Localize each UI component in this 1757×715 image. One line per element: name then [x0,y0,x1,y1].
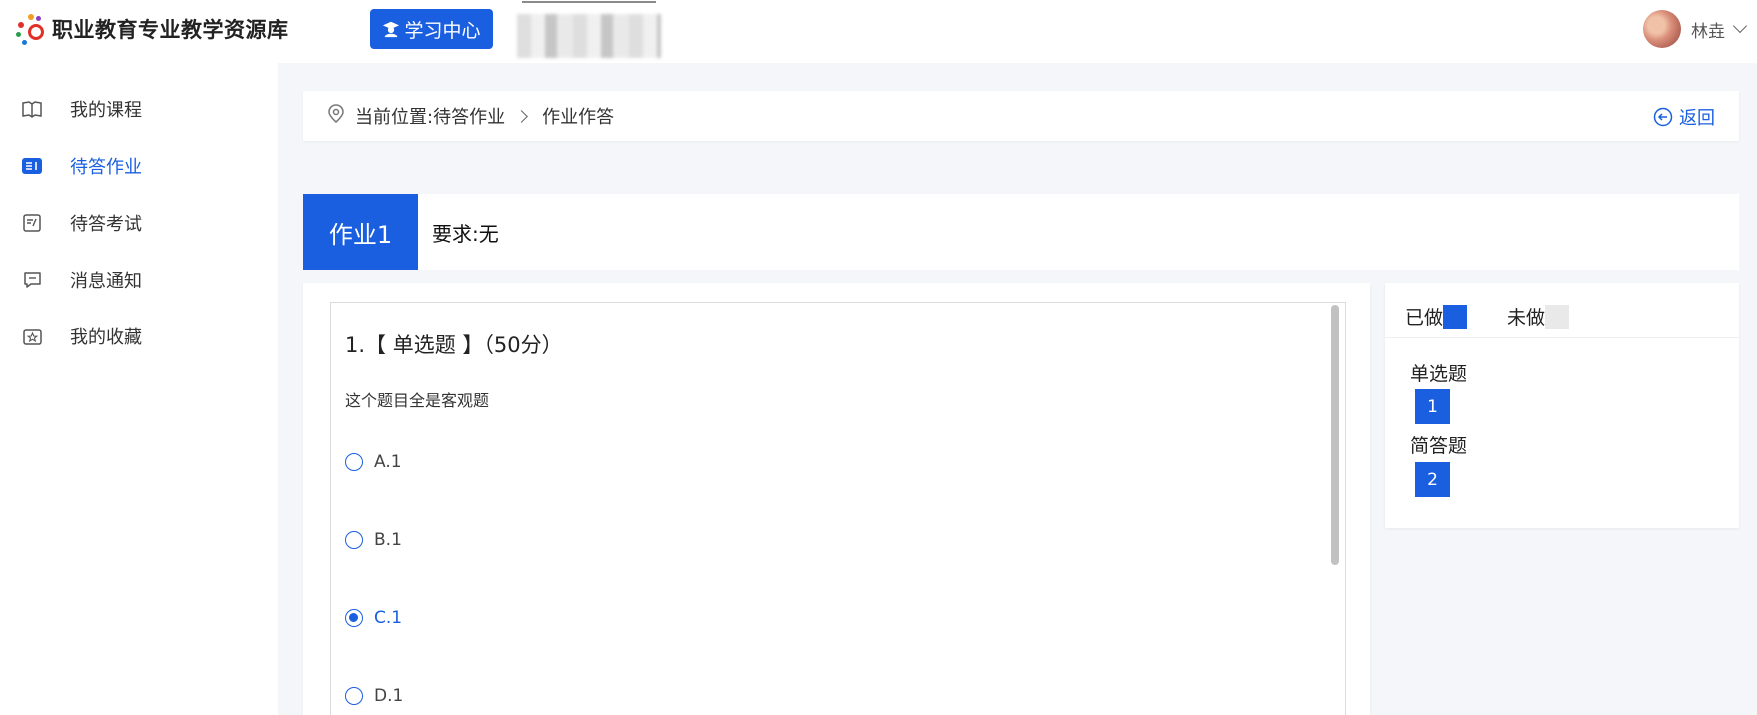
sidebar-item-messages[interactable]: 消息通知 [0,260,278,300]
sidebar-item-pending-homework[interactable]: 待答作业 [0,146,278,186]
question-number-button[interactable]: 1 [1415,389,1450,424]
site-title: 职业教育专业教学资源库 [52,18,289,42]
todo-swatch [1545,304,1570,329]
learning-center-label: 学习中心 [404,19,481,42]
option-b[interactable]: B.1 [345,530,402,550]
sidebar-item-my-courses[interactable]: 我的课程 [0,89,278,129]
location-pin-icon [327,103,345,129]
sidebar-item-favorites[interactable]: 我的收藏 [0,316,278,356]
top-bar: 职业教育专业教学资源库 学习中心 林垚 [0,0,1757,63]
scrollbar-thumb[interactable] [1331,305,1339,565]
divider [1385,337,1739,338]
book-icon [22,99,42,119]
radio-button[interactable] [345,531,363,549]
back-button[interactable]: 返回 [1653,104,1715,130]
favorite-icon [22,326,42,346]
sidebar-item-label: 消息通知 [70,271,142,292]
sidebar-item-label: 我的课程 [70,100,142,121]
chevron-right-icon [515,109,528,123]
answer-legend: 已做 未做 [1405,303,1570,330]
back-label: 返回 [1679,108,1715,129]
question-stem: 这个题目全是客观题 [345,391,490,410]
option-c[interactable]: C.1 [345,608,402,628]
logo-icon [14,12,48,46]
option-label: D.1 [374,686,404,706]
back-arrow-icon [1653,107,1673,127]
option-label: B.1 [374,530,402,550]
breadcrumb-page: 作业作答 [542,107,615,128]
breadcrumb-current-location[interactable]: 当前位置:待答作业 [355,103,505,129]
message-icon [22,270,42,290]
sidebar: 我的课程 待答作业 待答考试 消息通知 我的收藏 [0,63,278,715]
sidebar-item-label: 我的收藏 [70,327,142,348]
radio-button[interactable] [345,453,363,471]
answer-sheet: 已做 未做 单选题 1 简答题 2 [1385,283,1739,528]
homework-icon [22,156,42,176]
radio-button[interactable] [345,687,363,705]
breadcrumb: 当前位置:待答作业 作业作答 返回 [303,91,1739,141]
option-label: C.1 [374,608,403,628]
done-swatch [1443,304,1468,329]
student-icon [383,21,400,38]
homework-requirement: 要求:无 [432,222,499,246]
user-name: 林垚 [1691,21,1725,42]
option-label: A.1 [374,452,402,472]
section-label-short-answer: 简答题 [1410,435,1468,457]
redacted-line [522,1,656,3]
homework-tag: 作业1 [303,194,418,270]
learning-center-button[interactable]: 学习中心 [370,9,493,49]
exam-icon [22,213,42,233]
site-logo[interactable]: 职业教育专业教学资源库 [14,12,289,46]
section-label-single-choice: 单选题 [1410,363,1468,385]
homework-header: 作业1 要求:无 [303,194,1739,270]
question-panel: 1.【 单选题 】（50分） 这个题目全是客观题 A.1 B.1 C.1 D.1 [303,283,1370,715]
avatar[interactable] [1643,10,1681,48]
option-d[interactable]: D.1 [345,686,403,706]
question-scroll-area[interactable]: 1.【 单选题 】（50分） 这个题目全是客观题 A.1 B.1 C.1 D.1 [330,302,1346,715]
question-title: 1.【 单选题 】（50分） [345,333,563,357]
sidebar-item-pending-exam[interactable]: 待答考试 [0,203,278,243]
user-menu[interactable]: 林垚 [1643,10,1748,48]
chevron-down-icon [1732,18,1748,34]
sidebar-item-label: 待答考试 [70,214,142,235]
redacted-region [517,14,661,58]
question-number-button[interactable]: 2 [1415,462,1450,497]
sidebar-item-label: 待答作业 [70,157,142,178]
option-a[interactable]: A.1 [345,452,402,472]
todo-label: 未做 [1507,307,1546,329]
done-label: 已做 [1405,307,1444,329]
radio-button-selected[interactable] [345,609,363,627]
